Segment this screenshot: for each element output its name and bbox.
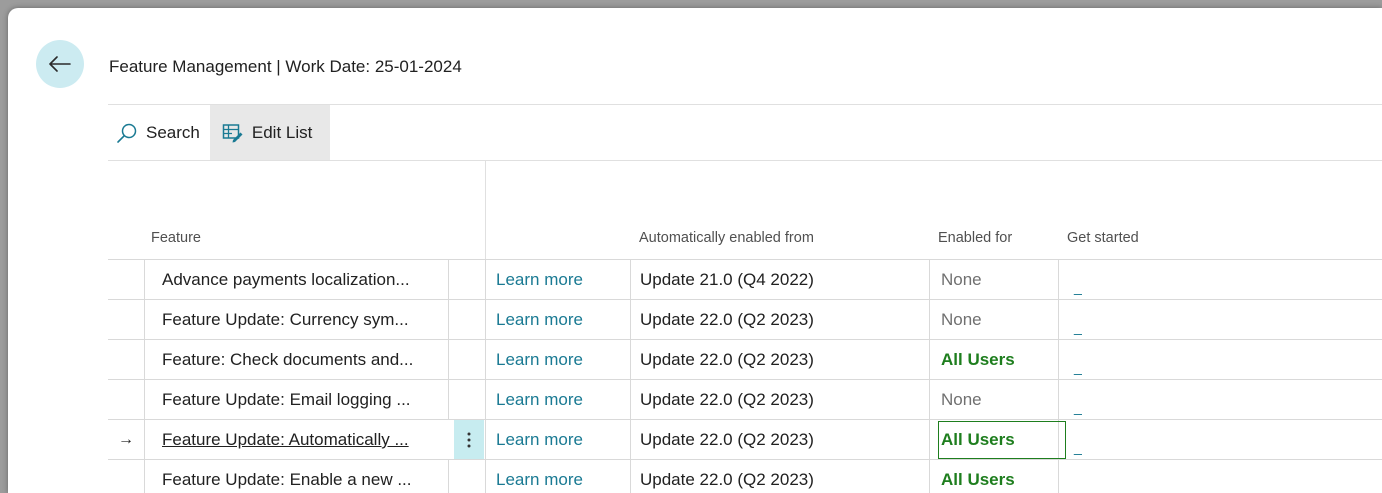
table-row[interactable]: Feature: Check documents and... Learn mo… <box>108 339 1382 380</box>
get-started-link[interactable]: _ <box>1068 300 1082 340</box>
feature-name[interactable]: Feature: Check documents and... <box>160 340 448 380</box>
get-started-link[interactable]: _ <box>1068 420 1082 460</box>
feature-name[interactable]: Feature Update: Automatically ... <box>160 420 448 460</box>
table-row[interactable]: Advance payments localization... Learn m… <box>108 259 1382 300</box>
edit-list-icon <box>222 123 243 142</box>
back-button[interactable] <box>36 40 84 88</box>
edit-list-label: Edit List <box>251 122 313 142</box>
enabled-for[interactable]: None <box>939 260 1065 300</box>
search-label: Search <box>146 122 200 142</box>
automatically-enabled-from: Update 22.0 (Q2 2023) <box>640 350 814 369</box>
get-started-link[interactable]: _ <box>1068 340 1082 380</box>
feature-management-page: Feature Management | Work Date: 25-01-20… <box>8 8 1382 493</box>
enabled-for[interactable]: None <box>939 380 1065 420</box>
get-started-link[interactable]: _ <box>1068 260 1082 300</box>
more-options-icon <box>467 432 471 448</box>
search-button[interactable]: Search <box>108 105 208 160</box>
automatically-enabled-from: Update 22.0 (Q2 2023) <box>640 470 814 489</box>
automatically-enabled-from: Update 22.0 (Q2 2023) <box>640 390 814 409</box>
feature-name[interactable]: Advance payments localization... <box>160 260 448 300</box>
column-separator <box>485 161 486 259</box>
automatically-enabled-from: Update 22.0 (Q2 2023) <box>640 430 814 449</box>
column-header-feature[interactable]: Feature <box>151 230 201 246</box>
column-header-get-started[interactable]: Get started <box>1067 230 1139 246</box>
table-row[interactable]: Feature Update: Email logging ... Learn … <box>108 379 1382 420</box>
row-actions-button[interactable] <box>454 420 484 460</box>
automatically-enabled-from: Update 22.0 (Q2 2023) <box>640 310 814 329</box>
table-row[interactable]: Feature Update: Enable a new ... Learn m… <box>108 459 1382 493</box>
get-started-link[interactable]: _ <box>1068 460 1082 493</box>
edit-list-button[interactable]: Edit List <box>209 105 331 160</box>
column-header-enabled-for[interactable]: Enabled for <box>938 230 1012 246</box>
learn-more-link[interactable]: Learn more <box>496 300 583 340</box>
learn-more-link[interactable]: Learn more <box>496 420 583 460</box>
feature-name[interactable]: Feature Update: Currency sym... <box>160 300 448 340</box>
arrow-left-icon <box>49 56 71 72</box>
column-header-automatically-enabled-from[interactable]: Automatically enabled from <box>639 230 814 246</box>
learn-more-link[interactable]: Learn more <box>496 380 583 420</box>
enabled-for[interactable]: All Users <box>939 340 1065 380</box>
page-title: Feature Management | Work Date: 25-01-20… <box>109 57 462 76</box>
learn-more-link[interactable]: Learn more <box>496 260 583 300</box>
table-row-selected[interactable]: → Feature Update: Automatically ... Lear… <box>108 419 1382 460</box>
action-bar: Search Edit List <box>108 105 331 160</box>
divider <box>108 160 1382 161</box>
enabled-for[interactable]: All Users <box>938 421 1066 459</box>
enabled-for[interactable]: None <box>939 300 1065 340</box>
enabled-for[interactable]: All Users <box>939 460 1065 493</box>
search-icon <box>117 123 137 143</box>
current-row-arrow-icon: → <box>118 431 134 448</box>
learn-more-link[interactable]: Learn more <box>496 460 583 493</box>
learn-more-link[interactable]: Learn more <box>496 340 583 380</box>
feature-name[interactable]: Feature Update: Enable a new ... <box>160 460 448 493</box>
automatically-enabled-from: Update 21.0 (Q4 2022) <box>640 270 814 289</box>
get-started-link[interactable]: _ <box>1068 380 1082 420</box>
feature-name[interactable]: Feature Update: Email logging ... <box>160 380 448 420</box>
table-row[interactable]: Feature Update: Currency sym... Learn mo… <box>108 299 1382 340</box>
